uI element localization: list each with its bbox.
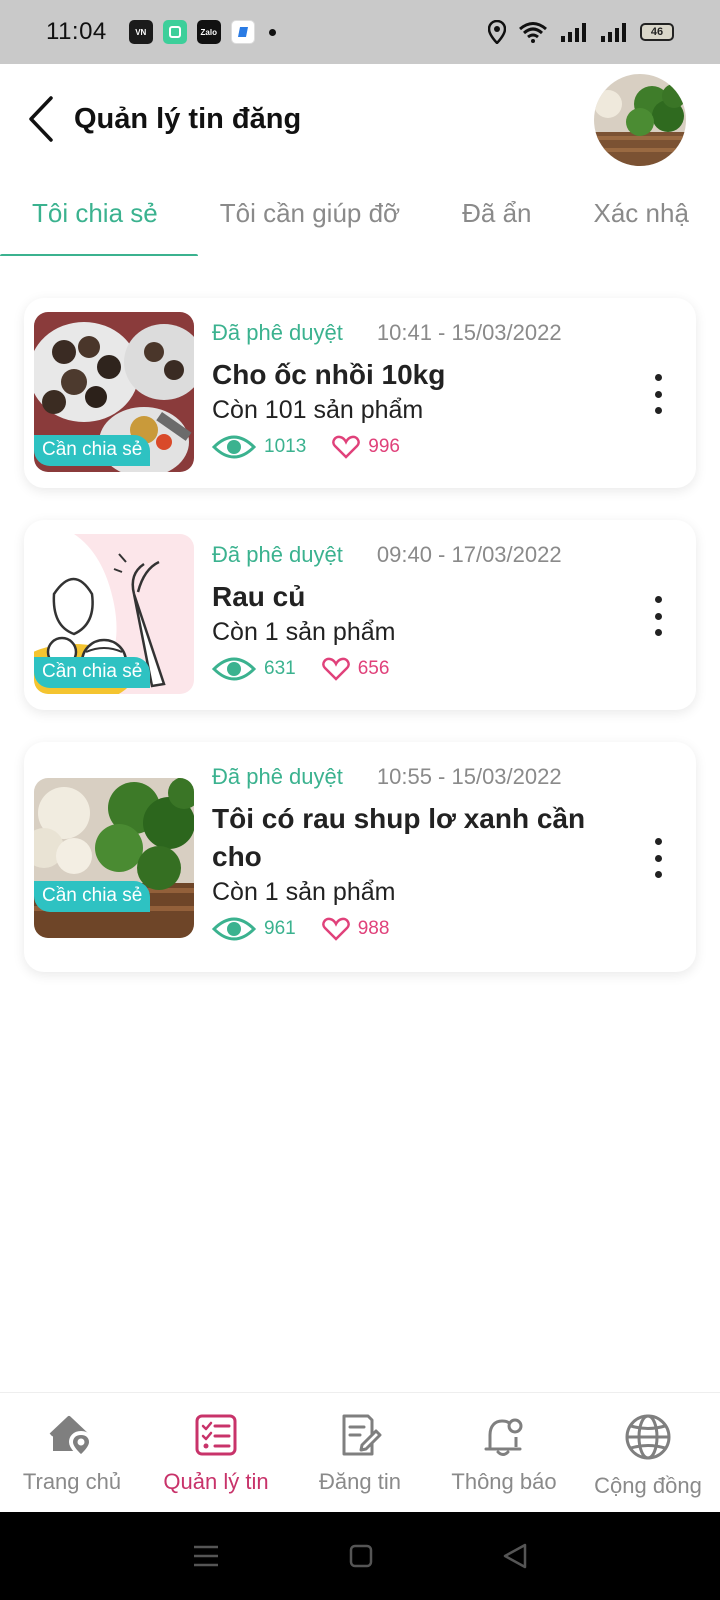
- nav-label: Trang chủ: [22, 1469, 122, 1494]
- post-stats: 1013 996: [212, 433, 626, 461]
- post-thumbnail: Cần chia sẻ: [34, 534, 194, 694]
- more-dot-icon: [654, 390, 662, 398]
- post-stats: 631 656: [212, 655, 626, 683]
- edit-document-icon: [342, 1414, 382, 1456]
- nav-item-trang-chu[interactable]: Trang chủ: [0, 1413, 144, 1495]
- post-title: Cho ốc nhồi 10kg: [212, 359, 446, 390]
- tab-xac-nhan[interactable]: Xác nhậ: [594, 176, 689, 256]
- menu-icon[interactable]: [193, 1545, 219, 1567]
- heart-icon[interactable]: [321, 917, 350, 941]
- post-status: Đã phê duyệt: [212, 320, 343, 345]
- more-dot-icon: [654, 871, 662, 878]
- post-thumbnail: Cần chia sẻ: [34, 778, 194, 938]
- post-title: Rau củ: [212, 581, 306, 612]
- status-bar: 11:04 VN Zalo 46: [0, 0, 720, 64]
- vn-app-icon: VN: [128, 20, 153, 44]
- more-dot-icon: [654, 612, 662, 620]
- post-list: Cần chia sẻ Đã phê duyệt 10:41 - 15/03/2…: [24, 298, 696, 1004]
- page-title: Quản lý tin đăng: [74, 102, 302, 135]
- back-button[interactable]: [24, 95, 58, 143]
- heart-icon[interactable]: [321, 657, 350, 681]
- location-icon: [488, 20, 506, 44]
- post-thumbnail: Cần chia sẻ: [34, 312, 194, 472]
- post-time: 09:40 - 17/03/2022: [376, 542, 562, 567]
- post-status: Đã phê duyệt: [212, 764, 343, 789]
- more-dot-icon: [654, 407, 662, 414]
- post-stats: 961 988: [212, 915, 626, 943]
- blue-app-icon: [230, 20, 255, 44]
- post-views: 1013: [264, 436, 307, 457]
- more-dot-icon: [654, 374, 662, 381]
- battery-icon: 46: [640, 23, 674, 41]
- home-location-icon: [49, 1416, 94, 1457]
- post-time: 10:41 - 15/03/2022: [376, 320, 562, 345]
- signal-icon-2: [601, 23, 626, 42]
- more-dot-icon: [654, 838, 662, 845]
- tab-da-an[interactable]: Đã ẩn: [462, 176, 531, 256]
- post-likes: 656: [357, 658, 390, 679]
- post-time: 10:55 - 15/03/2022: [376, 764, 562, 789]
- nav-item-dang-tin[interactable]: Đăng tin: [288, 1413, 432, 1495]
- post-card[interactable]: Cần chia sẻ Đã phê duyệt 10:41 - 15/03/2…: [24, 298, 696, 488]
- nav-item-cong-dong[interactable]: Cộng đồng: [576, 1413, 720, 1499]
- post-body: Đã phê duyệt 10:55 - 15/03/2022 Tôi có r…: [212, 764, 626, 943]
- nav-item-quan-ly-tin[interactable]: Quản lý tin: [144, 1413, 288, 1495]
- system-nav-bar: [0, 1512, 720, 1600]
- status-right: 46: [488, 20, 674, 44]
- more-dot-icon: [654, 629, 662, 636]
- post-body: Đã phê duyệt 10:41 - 15/03/2022 Cho ốc n…: [212, 320, 626, 461]
- nav-label: Thông báo: [451, 1469, 557, 1494]
- post-likes: 988: [357, 918, 390, 939]
- more-options-button[interactable]: [648, 838, 668, 878]
- signal-icon: [561, 23, 586, 42]
- more-options-button[interactable]: [648, 596, 668, 636]
- post-views: 631: [264, 658, 296, 679]
- chevron-left-icon: [29, 96, 53, 142]
- tab-bar: Tôi chia sẻ Tôi cần giúp đỡ Đã ẩn Xác nh…: [0, 176, 720, 256]
- more-dot-icon: [654, 854, 662, 862]
- post-status: Đã phê duyệt: [212, 542, 343, 567]
- active-tab-indicator: [0, 254, 198, 256]
- home-square-icon[interactable]: [349, 1544, 373, 1568]
- nav-label: Quản lý tin: [163, 1469, 269, 1494]
- nav-label: Cộng đồng: [594, 1473, 702, 1498]
- post-title: Tôi có rau shup lơ xanh cần cho: [212, 803, 586, 872]
- post-remaining: Còn 101 sản phẩm: [212, 396, 424, 424]
- post-badge: Cần chia sẻ: [34, 881, 151, 912]
- status-app-icons: VN Zalo: [128, 20, 276, 44]
- more-dot-icon: [654, 596, 662, 603]
- zalo-icon: Zalo: [196, 20, 221, 44]
- post-views: 961: [264, 918, 296, 939]
- post-remaining: Còn 1 sản phẩm: [212, 878, 396, 906]
- globe-icon: [625, 1414, 671, 1460]
- post-body: Đã phê duyệt 09:40 - 17/03/2022 Rau củ C…: [212, 542, 626, 683]
- tab-toi-can-giup-do[interactable]: Tôi cần giúp đỡ: [220, 176, 400, 256]
- checklist-icon: [195, 1414, 237, 1456]
- tab-toi-chia-se[interactable]: Tôi chia sẻ: [32, 176, 158, 256]
- eye-icon: [212, 917, 256, 941]
- bottom-nav: Trang chủ Quản lý tin Đăng tin Thông báo…: [0, 1392, 720, 1512]
- nav-label: Đăng tin: [319, 1469, 401, 1494]
- bell-icon: [484, 1418, 523, 1456]
- post-card[interactable]: Cần chia sẻ Đã phê duyệt 09:40 - 17/03/2…: [24, 520, 696, 710]
- back-triangle-icon[interactable]: [503, 1543, 527, 1569]
- post-remaining: Còn 1 sản phẩm: [212, 618, 396, 646]
- avatar[interactable]: [594, 74, 686, 166]
- post-likes: 996: [368, 436, 400, 457]
- status-time: 11:04: [46, 18, 107, 45]
- eye-icon: [212, 657, 256, 681]
- nav-item-thong-bao[interactable]: Thông báo: [432, 1413, 576, 1495]
- notification-dot-icon: [268, 28, 276, 36]
- wifi-icon: [519, 22, 547, 43]
- post-card[interactable]: Cần chia sẻ Đã phê duyệt 10:55 - 15/03/2…: [24, 742, 696, 972]
- green-app-icon: [162, 20, 187, 44]
- more-options-button[interactable]: [648, 374, 668, 414]
- post-badge: Cần chia sẻ: [34, 435, 151, 466]
- app-header: Quản lý tin đăng: [0, 64, 720, 174]
- post-badge: Cần chia sẻ: [34, 657, 151, 688]
- heart-icon[interactable]: [332, 435, 361, 459]
- eye-icon: [212, 435, 256, 459]
